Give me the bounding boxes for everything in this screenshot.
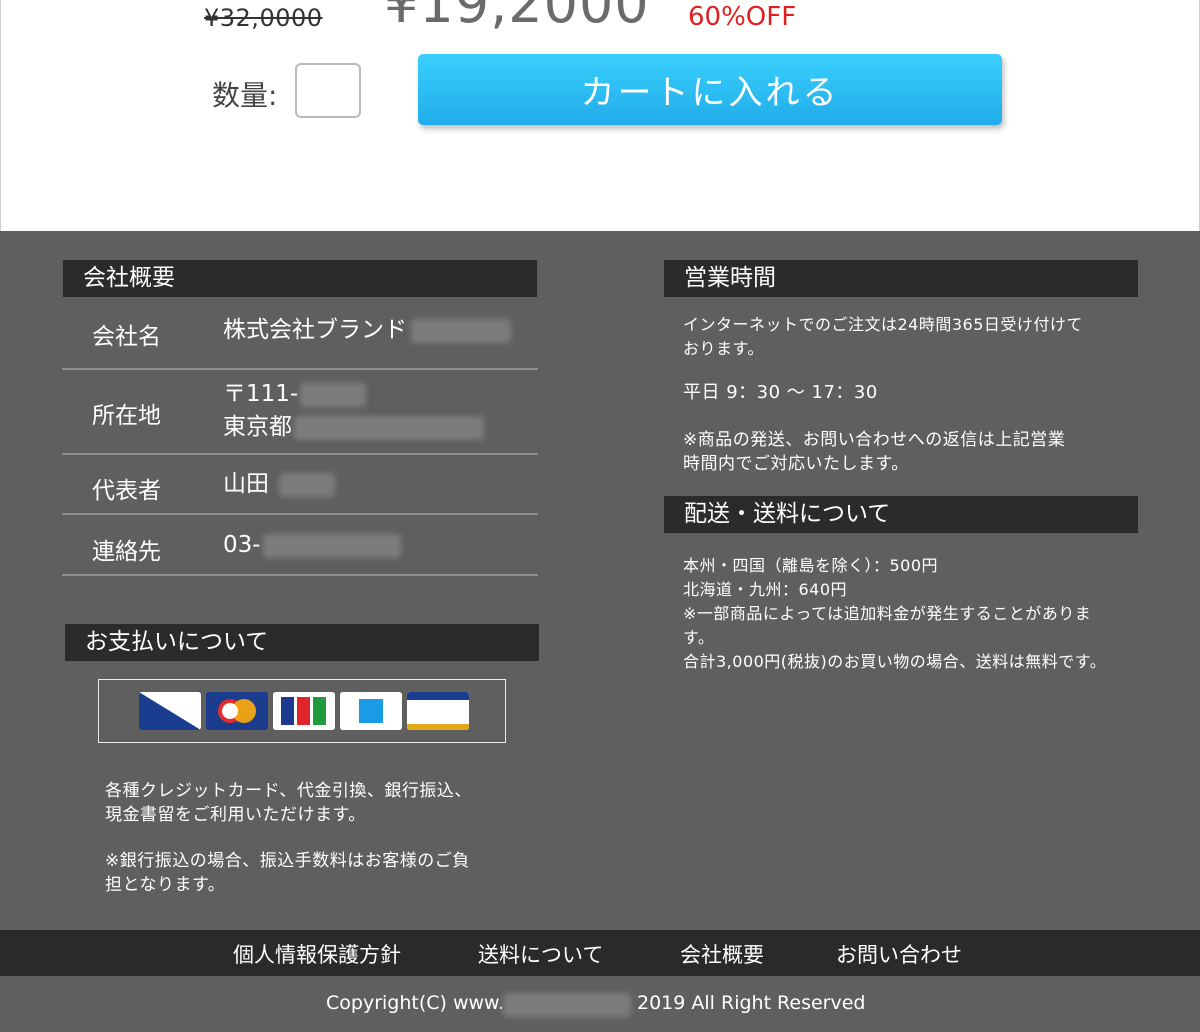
company-row-name: 会社名 株式会社ブランド <box>62 298 538 370</box>
company-row-contact: 連絡先 03- <box>62 515 538 576</box>
company-contact-label: 連絡先 <box>92 539 161 565</box>
original-price: ¥32,0000 <box>204 4 323 32</box>
copyright-prefix: Copyright(C) www. <box>326 992 504 1014</box>
shipping-fee-text: 本州・四国（離島を除く）：500円 北海道・九州：640円 ※一部商品によっては… <box>683 556 1107 671</box>
discount-label: 60%OFF <box>688 2 797 32</box>
hours-note-text: ※商品の発送、お問い合わせへの返信は上記営業 時間内でご対応いたします。 <box>683 430 1066 474</box>
company-contact-value: 03- <box>223 529 401 562</box>
shipping-heading: 配送・送料について <box>664 496 1138 533</box>
business-hours-heading: 営業時間 <box>664 260 1138 297</box>
footer-link-company[interactable]: 会社概要 <box>680 939 764 969</box>
payment-methods-icons <box>98 679 506 743</box>
product-purchase-area: ¥32,0000 ¥19,2000 60%OFF 数量: カートに入れる <box>0 0 1200 231</box>
company-representative-label: 代表者 <box>92 478 161 504</box>
add-to-cart-button[interactable]: カートに入れる <box>418 54 1002 125</box>
company-info-table: 会社名 株式会社ブランド 所在地 〒111- 東京都 代表者 山田 連絡先 03- <box>62 298 538 576</box>
company-name-label: 会社名 <box>92 324 161 350</box>
company-row-address: 所在地 〒111- 東京都 <box>62 370 538 455</box>
redacted-domain <box>503 993 631 1017</box>
footer-link-contact[interactable]: お問い合わせ <box>836 939 962 969</box>
weekday-hours-text: 平日 9：30 〜 17：30 <box>683 382 878 403</box>
footer-link-privacy-policy[interactable]: 個人情報保護方針 <box>233 939 401 969</box>
copyright-suffix: 2019 All Right Reserved <box>637 992 866 1014</box>
card-brand-2-icon <box>206 692 268 730</box>
company-address-label: 所在地 <box>92 403 161 429</box>
footer-link-shipping[interactable]: 送料について <box>478 939 603 969</box>
card-brand-5-icon <box>407 692 469 730</box>
copyright-bar: Copyright(C) www. 2019 All Right Reserve… <box>0 976 1200 1032</box>
bank-transfer-note: ※銀行振込の場合、振込手数料はお客様のご負 担となります。 <box>105 851 470 895</box>
company-representative-value: 山田 <box>223 468 335 501</box>
card-brand-3-icon <box>273 692 335 730</box>
quantity-input[interactable] <box>295 63 361 118</box>
order-acceptance-text: インターネットでのご注文は24時間365日受け付けて おります。 <box>683 315 1083 358</box>
card-brand-1-icon <box>139 692 201 730</box>
sale-price: ¥19,2000 <box>384 0 650 35</box>
store-info-section: 会社概要 会社名 株式会社ブランド 所在地 〒111- 東京都 代表者 山田 連絡… <box>0 231 1200 930</box>
company-name-value: 株式会社ブランド <box>223 314 511 347</box>
payment-methods-text: 各種クレジットカード、代金引換、銀行振込、 現金書留をご利用いただけます。 <box>105 781 472 825</box>
quantity-label: 数量: <box>212 79 278 112</box>
card-brand-4-icon <box>340 692 402 730</box>
company-row-representative: 代表者 山田 <box>62 455 538 515</box>
footer-nav: 個人情報保護方針 送料について 会社概要 お問い合わせ <box>0 930 1200 976</box>
payment-heading: お支払いについて <box>65 624 539 661</box>
company-address-value: 〒111- 東京都 <box>223 378 484 444</box>
company-overview-heading: 会社概要 <box>63 260 537 297</box>
